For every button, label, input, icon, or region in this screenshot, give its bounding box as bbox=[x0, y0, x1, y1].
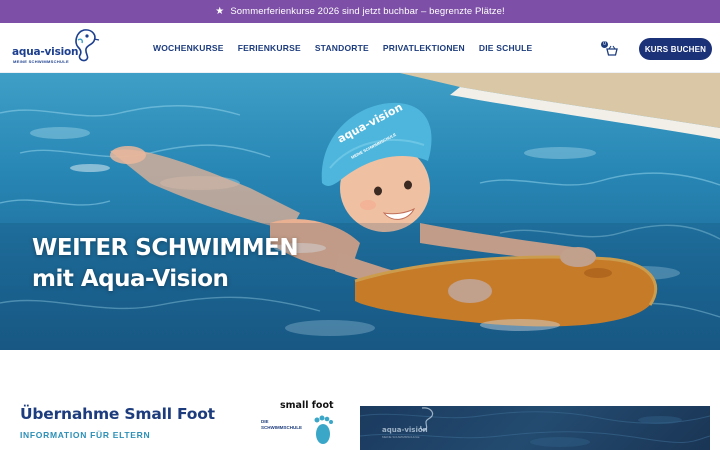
video-thumbnail[interactable]: aqua-vision MEINE SCHWIMMSCHULE bbox=[360, 406, 710, 450]
announcement-bar: ★ Sommerferienkurse 2026 sind jetzt buch… bbox=[0, 0, 720, 23]
site-logo[interactable]: aqua-vision MEINE SCHWIMMSCHULE bbox=[12, 28, 102, 68]
small-foot-logo-sub-line1: DIE bbox=[261, 419, 269, 424]
video-logo-text: aqua-vision bbox=[382, 426, 428, 434]
nav-item-die-schule[interactable]: DIE SCHULE bbox=[479, 43, 532, 53]
nav-item-standorte[interactable]: STANDORTE bbox=[315, 43, 369, 53]
cart-button[interactable]: 0 bbox=[601, 41, 618, 56]
main-nav: WOCHENKURSE FERIENKURSE STANDORTE PRIVAT… bbox=[153, 43, 546, 53]
nav-item-privatlektionen[interactable]: PRIVATLEKTIONEN bbox=[383, 43, 465, 53]
video-logo-tagline: MEINE SCHWIMMSCHULE bbox=[382, 435, 420, 439]
footprint-icon bbox=[314, 415, 333, 444]
site-header: aqua-vision MEINE SCHWIMMSCHULE WOCHENKU… bbox=[0, 23, 720, 73]
hero-headline-line1: WEITER SCHWIMMEN bbox=[32, 235, 299, 261]
hero-headline: WEITER SCHWIMMEN mit Aqua-Vision bbox=[32, 235, 299, 292]
logo-wordmark: aqua-vision bbox=[12, 46, 79, 58]
book-course-button[interactable]: KURS BUCHEN bbox=[639, 38, 712, 60]
hero-swimming-child-image: aqua-vision MEINE SCHWIMMSCHULE bbox=[0, 73, 720, 350]
small-foot-logo-text: small foot bbox=[280, 400, 334, 411]
small-foot-logo-sub-line2: SCHWIMMSCHULE bbox=[261, 425, 302, 430]
hero-headline-line2: mit Aqua-Vision bbox=[32, 266, 229, 292]
small-foot-logo-sub: DIE SCHWIMMSCHULE bbox=[261, 419, 302, 431]
takeover-section: Übernahme Small Foot INFORMATION FÜR ELT… bbox=[0, 350, 720, 450]
section-title: Übernahme Small Foot bbox=[20, 405, 215, 423]
section-subtitle: INFORMATION FÜR ELTERN bbox=[20, 430, 151, 440]
nav-item-wochenkurse[interactable]: WOCHENKURSE bbox=[153, 43, 224, 53]
shopping-basket-icon bbox=[606, 45, 618, 56]
nav-item-ferienkurse[interactable]: FERIENKURSE bbox=[238, 43, 301, 53]
small-foot-logo: small foot DIE SCHWIMMSCHULE bbox=[260, 400, 340, 446]
star-icon: ★ bbox=[215, 6, 225, 17]
logo-tagline: MEINE SCHWIMMSCHULE bbox=[13, 59, 69, 64]
announcement-text: Sommerferienkurse 2026 sind jetzt buchba… bbox=[230, 6, 505, 17]
hero-banner: aqua-vision MEINE SCHWIMMSCHULE WEITER S… bbox=[0, 73, 720, 350]
